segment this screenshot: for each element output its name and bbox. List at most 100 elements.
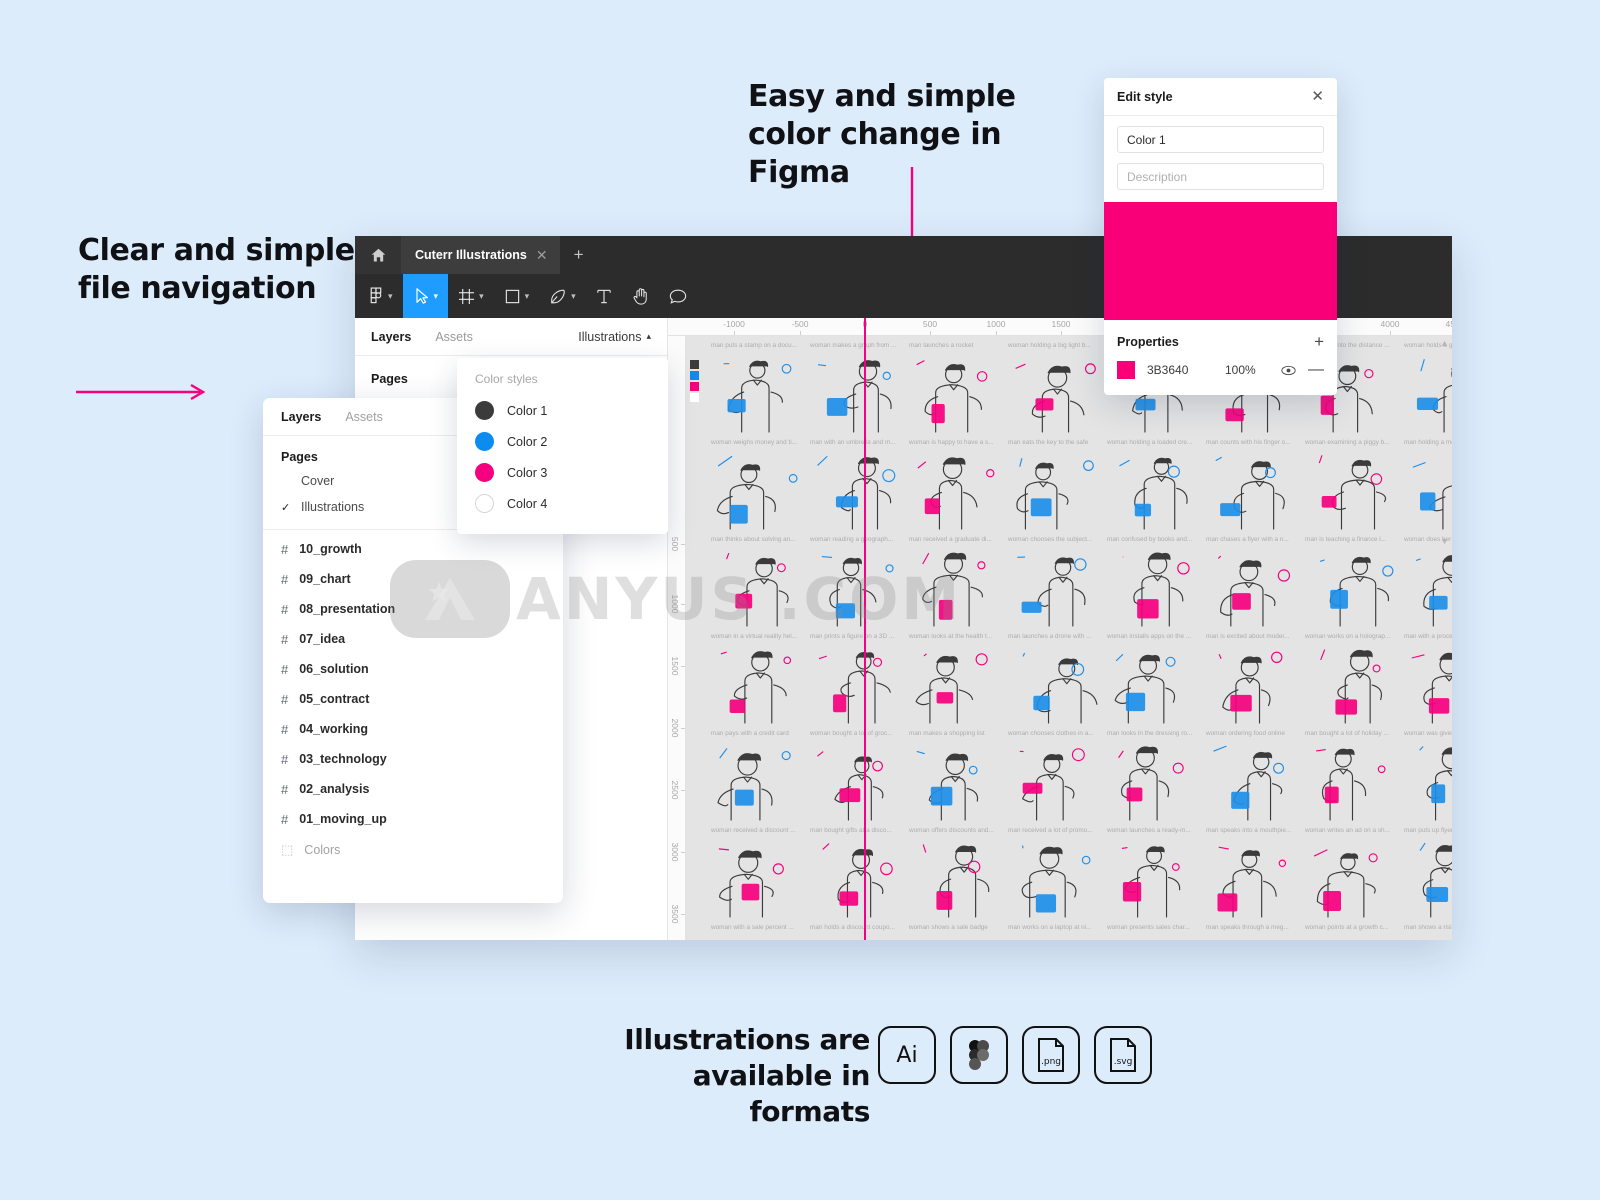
property-hex-value[interactable]: 3B3640 [1147, 363, 1213, 377]
color-style-2[interactable]: Color 2 [457, 426, 668, 457]
close-icon[interactable]: ✕ [536, 247, 548, 264]
layer-item-09_chart[interactable]: #09_chart [263, 564, 563, 594]
file-tab[interactable]: Cuterr Illustrations ✕ [401, 236, 560, 274]
illustration-cell[interactable]: man looks in the dressing ro... [1104, 730, 1203, 827]
remove-property-button[interactable]: — [1308, 362, 1324, 378]
layer-item-colors[interactable]: ⬚ Colors [263, 834, 563, 865]
new-tab-button[interactable]: + [560, 236, 598, 274]
illustration-cell[interactable]: man holds a discount coupo... [807, 924, 906, 940]
illustration-cell[interactable]: man with a processor chip [1401, 633, 1452, 730]
layer-item-01_moving_up[interactable]: #01_moving_up [263, 804, 563, 834]
figma-canvas[interactable]: -1000 -500 0 500 1000 1500 4000 4500 [668, 318, 1452, 940]
artboard-area[interactable]: man puts a stamp on a docu... woman make… [686, 336, 1452, 940]
color-style-4[interactable]: Color 4 [457, 488, 668, 519]
illustration-cell[interactable]: woman does her homework [1401, 536, 1452, 633]
property-color-swatch[interactable] [1117, 361, 1135, 379]
color-styles-dropdown[interactable]: Color styles Color 1 Color 2 Color 3 Color … [457, 358, 668, 534]
illustration-cell[interactable]: woman received a discount ... [708, 827, 807, 924]
panel-tab-assets[interactable]: Assets [435, 330, 473, 344]
illustration-cell[interactable]: man bought a lot of holiday ... [1302, 730, 1401, 827]
illustration-cell[interactable]: woman bought a lot of groc... [807, 730, 906, 827]
illustration-cell[interactable]: man launches a rocket [906, 342, 1005, 439]
color-preview-swatch[interactable] [1104, 202, 1337, 320]
layer-item-05_contract[interactable]: #05_contract [263, 684, 563, 714]
figma-menu-tool[interactable]: ▾ [359, 274, 403, 318]
illustration-cell[interactable]: woman chooses the subject... [1005, 536, 1104, 633]
illustration-cell[interactable]: woman reading a geograph... [807, 536, 906, 633]
illustration-cell[interactable]: woman holding a loaded cre... [1104, 439, 1203, 536]
illustration-cell[interactable]: man chases a flyer with a n... [1203, 536, 1302, 633]
illustration-cell[interactable]: woman holding a big light b... [1005, 342, 1104, 439]
shape-tool[interactable]: ▾ [494, 274, 540, 318]
illustration-cell[interactable]: man puts a stamp on a docu... [708, 342, 807, 439]
illustration-cell[interactable]: man prints a figure on a 3D ... [807, 633, 906, 730]
illustration-cell[interactable]: woman holds a growth arrow [1401, 342, 1452, 439]
illustration-cell[interactable]: woman makes a graph from ... [807, 342, 906, 439]
text-tool[interactable] [586, 274, 622, 318]
illustration-cell[interactable]: woman with a sale percent ... [708, 924, 807, 940]
png-format-badge[interactable]: .png [1022, 1026, 1080, 1084]
illustration-cell[interactable]: man thinks about solving an... [708, 536, 807, 633]
pen-tool[interactable]: ▾ [539, 274, 586, 318]
style-name-input[interactable]: Color 1 [1117, 126, 1324, 153]
illustration-cell[interactable]: woman launches a ready-m... [1104, 827, 1203, 924]
illustration-cell[interactable]: woman looks at the health t... [906, 633, 1005, 730]
style-description-input[interactable]: Description [1117, 163, 1324, 190]
illustration-cell[interactable]: woman writes an ad on a sh... [1302, 827, 1401, 924]
illustration-cell[interactable]: man with an umbrella and m... [807, 439, 906, 536]
layer-item-06_solution[interactable]: #06_solution [263, 654, 563, 684]
illustration-cell[interactable]: woman shows a sale badge [906, 924, 1005, 940]
scroll-down-icon[interactable]: ▼ [1440, 536, 1449, 546]
move-tool[interactable]: ▾ [402, 274, 449, 318]
layer-item-10_growth[interactable]: #10_growth [263, 534, 563, 564]
scroll-up-icon[interactable]: ▲ [1440, 338, 1449, 348]
layer-item-03_technology[interactable]: #03_technology [263, 744, 563, 774]
illustration-cell[interactable]: woman weighs money and ti... [708, 439, 807, 536]
illustration-cell[interactable]: woman installs apps on the ... [1104, 633, 1203, 730]
color-style-3[interactable]: Color 3 [457, 457, 668, 488]
illustration-cell[interactable]: man shows a rising report [1401, 924, 1452, 940]
panel-tab-layers[interactable]: Layers [371, 330, 411, 344]
illustration-cell[interactable]: man counts with his finger o... [1203, 439, 1302, 536]
illustration-cell[interactable]: man bought gifts at a disco... [807, 827, 906, 924]
illustration-grid[interactable]: man puts a stamp on a docu... woman make… [686, 336, 1452, 940]
illustration-cell[interactable]: woman presents sales char... [1104, 924, 1203, 940]
close-icon[interactable]: ✕ [1311, 89, 1324, 104]
illustration-cell[interactable]: woman ordering food online [1203, 730, 1302, 827]
illustration-cell[interactable]: woman was given a gift box [1401, 730, 1452, 827]
layers-tab[interactable]: Layers [281, 410, 321, 424]
illustration-cell[interactable]: man launches a drone with ... [1005, 633, 1104, 730]
add-property-button[interactable]: + [1314, 333, 1324, 350]
illustration-cell[interactable]: woman chooses clothes in a... [1005, 730, 1104, 827]
visibility-toggle[interactable] [1281, 365, 1296, 376]
home-button[interactable] [355, 236, 401, 274]
illustration-cell[interactable]: woman examining a piggy b... [1302, 439, 1401, 536]
ai-format-badge[interactable]: Ai [878, 1026, 936, 1084]
illustration-cell[interactable]: woman is happy to have a s... [906, 439, 1005, 536]
assets-tab[interactable]: Assets [345, 410, 383, 424]
illustration-cell[interactable]: man makes a shopping list [906, 730, 1005, 827]
illustration-cell[interactable]: man speaks through a meg... [1203, 924, 1302, 940]
illustration-cell[interactable]: woman in a virtual reality hel... [708, 633, 807, 730]
illustration-cell[interactable]: man is excited about moder... [1203, 633, 1302, 730]
property-opacity-value[interactable]: 100% [1225, 363, 1256, 377]
svg-format-badge[interactable]: .svg [1094, 1026, 1152, 1084]
illustration-cell[interactable]: woman points at a growth c... [1302, 924, 1401, 940]
frame-tool[interactable]: ▾ [448, 274, 494, 318]
layer-item-08_presentation[interactable]: #08_presentation [263, 594, 563, 624]
hand-tool[interactable] [622, 274, 659, 318]
illustration-cell[interactable]: man speaks into a mouthpie... [1203, 827, 1302, 924]
page-selector[interactable]: Illustrations ▴ [578, 330, 651, 344]
illustration-cell[interactable]: man works on a laptop at ni... [1005, 924, 1104, 940]
illustration-cell[interactable]: man pays with a credit card [708, 730, 807, 827]
figma-format-badge[interactable] [950, 1026, 1008, 1084]
illustration-cell[interactable]: man received a graduate di... [906, 536, 1005, 633]
illustration-cell[interactable]: man confused by books and... [1104, 536, 1203, 633]
illustration-cell[interactable]: man puts up flyers on the wall [1401, 827, 1452, 924]
color-style-1[interactable]: Color 1 [457, 395, 668, 426]
illustration-cell[interactable]: man holding a money bag [1401, 439, 1452, 536]
illustration-cell[interactable]: man received a lot of promo... [1005, 827, 1104, 924]
illustration-cell[interactable]: woman works on a holograp... [1302, 633, 1401, 730]
illustration-cell[interactable]: man is teaching a finance l... [1302, 536, 1401, 633]
illustration-cell[interactable]: man eats the key to the safe [1005, 439, 1104, 536]
